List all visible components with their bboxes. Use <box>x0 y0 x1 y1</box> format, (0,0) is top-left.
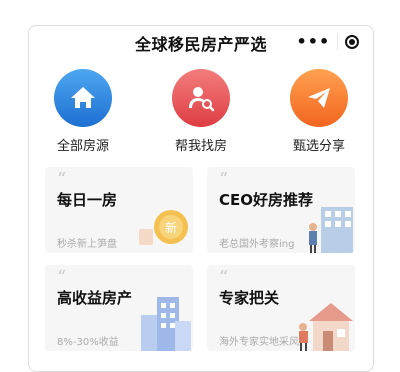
card-subtitle: 8%-30%收益 <box>57 337 119 348</box>
card-title: 专家把关 <box>219 289 280 307</box>
card-expert-check[interactable]: “ 专家把关 海外专家实地采风 <box>207 265 355 351</box>
feature-label: 全部房源 <box>56 139 109 154</box>
house-icon <box>54 69 112 127</box>
house-person-icon <box>299 303 353 351</box>
feature-find-home[interactable]: 帮我找房 <box>151 69 251 154</box>
quote-icon: “ <box>219 169 229 190</box>
feature-label: 帮我找房 <box>174 139 227 154</box>
card-subtitle: 海外专家实地采风 <box>219 337 299 348</box>
card-daily-home[interactable]: “ 每日一房 秒杀新上笋盘 新 <box>45 167 193 253</box>
feature-all-listings[interactable]: 全部房源 <box>33 69 133 154</box>
card-title: 每日一房 <box>57 191 118 209</box>
card-high-yield[interactable]: “ 高收益房产 8%-30%收益 <box>45 265 193 351</box>
card-subtitle: 老总国外考察ing <box>219 239 295 250</box>
card-title: 高收益房产 <box>57 289 133 307</box>
card-title: CEO好房推荐 <box>219 191 314 209</box>
paper-plane-icon <box>290 69 348 127</box>
person-search-icon <box>172 69 230 127</box>
target-icon[interactable] <box>345 35 360 49</box>
card-ceo-pick[interactable]: “ CEO好房推荐 老总国外考察ing <box>207 167 355 253</box>
feature-share[interactable]: 甄选分享 <box>269 69 369 154</box>
feature-label: 甄选分享 <box>292 139 345 154</box>
quote-icon: “ <box>57 169 67 190</box>
buildings-icon <box>141 297 191 351</box>
quote-icon: “ <box>219 267 229 288</box>
capsule-menu: ••• <box>293 31 363 53</box>
coin-icon: 新 <box>139 210 188 245</box>
card-subtitle: 秒杀新上笋盘 <box>57 239 117 250</box>
svg-text:新: 新 <box>165 220 177 235</box>
more-dots-icon[interactable]: ••• <box>297 34 331 50</box>
building-people-icon <box>309 207 353 253</box>
mini-program-window: 全球移民房产严选 ••• 全部房源 帮我找房 甄选分享 “ 每日一房 秒杀新上笋… <box>28 25 374 372</box>
capsule-divider <box>337 34 339 50</box>
quote-icon: “ <box>57 267 67 288</box>
